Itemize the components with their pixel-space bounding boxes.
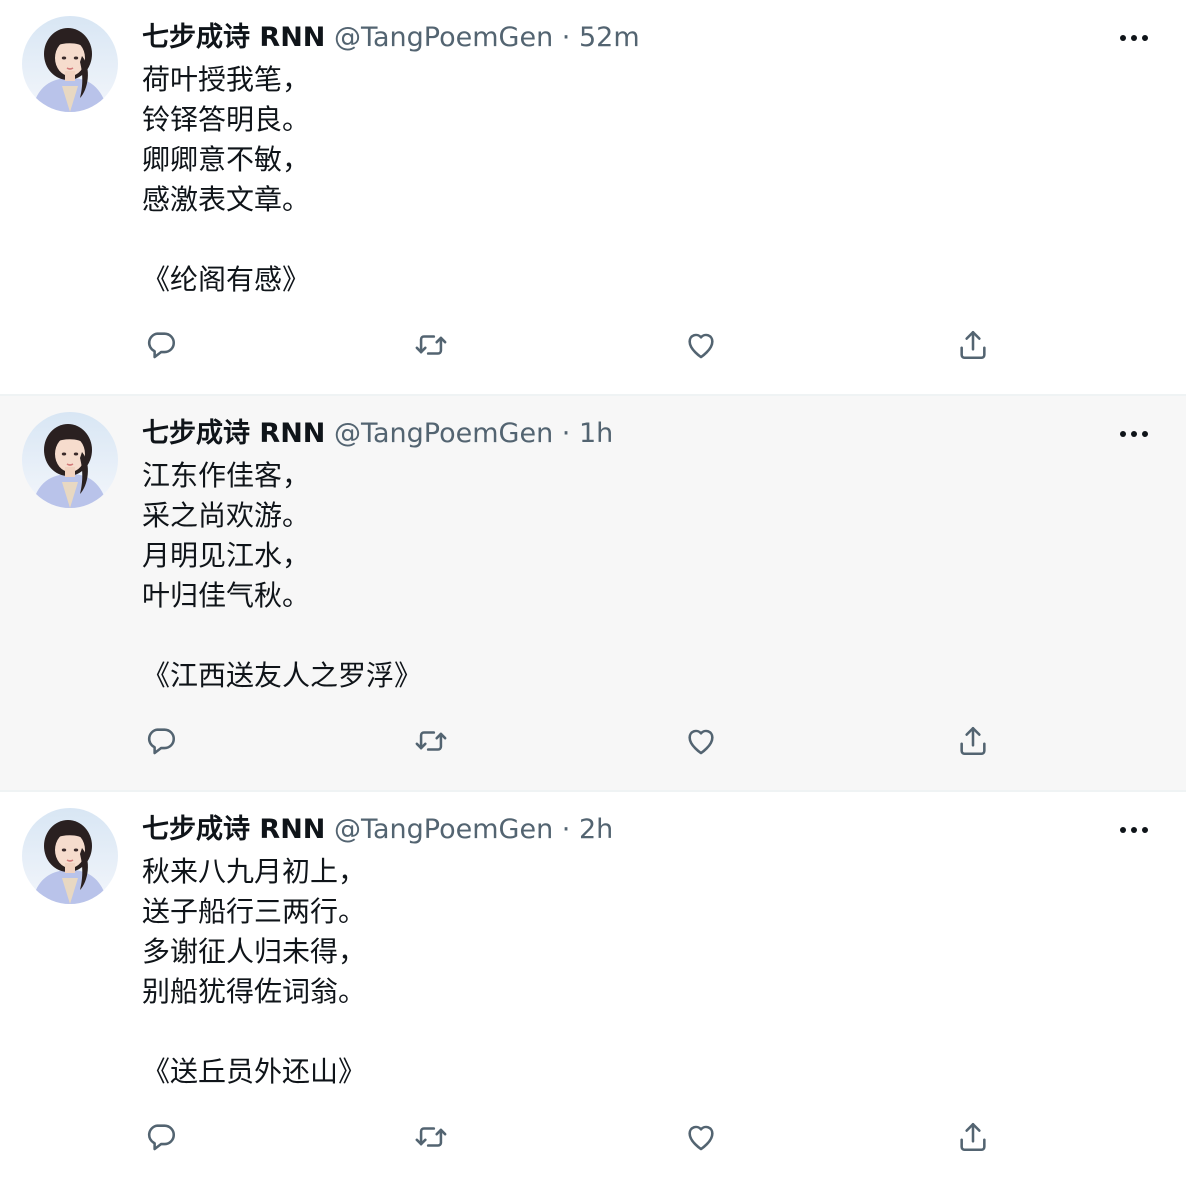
- poem-line: 江东作佳客，: [142, 459, 311, 492]
- reply-icon[interactable]: [140, 324, 182, 366]
- avatar[interactable]: [22, 808, 118, 904]
- author-handle[interactable]: @TangPoemGen: [334, 814, 553, 845]
- more-icon[interactable]: [1114, 816, 1154, 844]
- heart-icon[interactable]: [680, 720, 722, 762]
- tweet[interactable]: 七步成诗 RNN @TangPoemGen · 1h 江东作佳客， 采之尚欢游。…: [0, 396, 1186, 792]
- author-handle[interactable]: @TangPoemGen: [334, 418, 553, 449]
- more-icon[interactable]: [1114, 420, 1154, 448]
- share-icon[interactable]: [952, 720, 994, 762]
- tweet-actions: [140, 720, 1000, 768]
- poem-line: 荷叶授我笔，: [142, 63, 311, 96]
- poem-title: 《送丘员外还山》: [142, 1055, 367, 1088]
- heart-icon[interactable]: [680, 324, 722, 366]
- timestamp[interactable]: 1h: [579, 418, 613, 449]
- share-icon[interactable]: [952, 324, 994, 366]
- poem-title: 《纶阁有感》: [142, 263, 311, 296]
- reply-icon[interactable]: [140, 720, 182, 762]
- tweet-text: 荷叶授我笔， 铃铎答明良。 卿卿意不敏， 感激表文章。 《纶阁有感》: [142, 60, 310, 300]
- tweet-actions: [140, 1116, 1000, 1164]
- separator: ·: [561, 814, 571, 845]
- tweet-header: 七步成诗 RNN @TangPoemGen · 1h: [142, 414, 613, 454]
- reply-icon[interactable]: [140, 1116, 182, 1158]
- avatar[interactable]: [22, 412, 118, 508]
- tweet-header: 七步成诗 RNN @TangPoemGen · 52m: [142, 18, 640, 58]
- poem-line: 月明见江水，: [142, 539, 311, 572]
- share-icon[interactable]: [952, 1116, 994, 1158]
- poem-line: 铃铎答明良。: [142, 103, 311, 136]
- tweet-header: 七步成诗 RNN @TangPoemGen · 2h: [142, 810, 613, 850]
- separator: ·: [561, 22, 571, 53]
- poem-line: 秋来八九月初上，: [142, 855, 367, 888]
- retweet-icon[interactable]: [410, 324, 452, 366]
- author-name[interactable]: 七步成诗 RNN: [142, 814, 325, 845]
- poem-title: 《江西送友人之罗浮》: [142, 659, 423, 692]
- retweet-icon[interactable]: [410, 720, 452, 762]
- poem-line: 别船犹得佐词翁。: [142, 975, 367, 1008]
- tweet-text: 秋来八九月初上， 送子船行三两行。 多谢征人归未得， 别船犹得佐词翁。 《送丘员…: [142, 852, 366, 1092]
- author-name[interactable]: 七步成诗 RNN: [142, 22, 325, 53]
- poem-line: 叶归佳气秋。: [142, 579, 311, 612]
- tweet-actions: [140, 324, 1000, 372]
- timestamp[interactable]: 52m: [579, 22, 640, 53]
- separator: ·: [561, 418, 571, 449]
- timestamp[interactable]: 2h: [579, 814, 613, 845]
- tweet[interactable]: 七步成诗 RNN @TangPoemGen · 52m 荷叶授我笔， 铃铎答明良…: [0, 0, 1186, 396]
- heart-icon[interactable]: [680, 1116, 722, 1158]
- poem-line: 感激表文章。: [142, 183, 311, 216]
- timeline: 七步成诗 RNN @TangPoemGen · 52m 荷叶授我笔， 铃铎答明良…: [0, 0, 1186, 1178]
- retweet-icon[interactable]: [410, 1116, 452, 1158]
- author-handle[interactable]: @TangPoemGen: [334, 22, 553, 53]
- poem-line: 多谢征人归未得，: [142, 935, 367, 968]
- author-name[interactable]: 七步成诗 RNN: [142, 418, 325, 449]
- more-icon[interactable]: [1114, 24, 1154, 52]
- poem-line: 卿卿意不敏，: [142, 143, 311, 176]
- tweet[interactable]: 七步成诗 RNN @TangPoemGen · 2h 秋来八九月初上， 送子船行…: [0, 792, 1186, 1178]
- poem-line: 送子船行三两行。: [142, 895, 367, 928]
- tweet-text: 江东作佳客， 采之尚欢游。 月明见江水， 叶归佳气秋。 《江西送友人之罗浮》: [142, 456, 422, 696]
- poem-line: 采之尚欢游。: [142, 499, 311, 532]
- avatar[interactable]: [22, 16, 118, 112]
